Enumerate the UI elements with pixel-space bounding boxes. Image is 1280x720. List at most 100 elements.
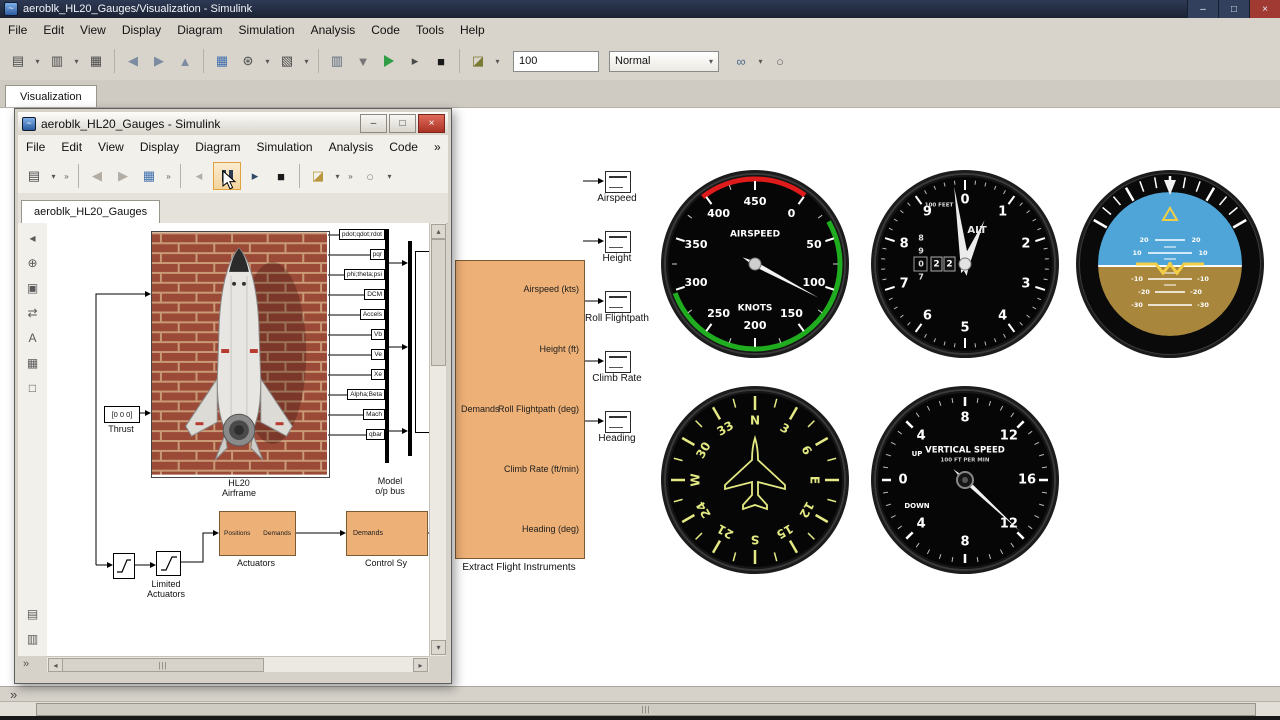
forward-button[interactable]: ▶ xyxy=(111,164,135,188)
inner-menu-item-diagram[interactable]: Diagram xyxy=(187,137,248,157)
sync-caret[interactable]: ▾ xyxy=(384,164,395,188)
annotation-icon[interactable]: A xyxy=(23,328,43,348)
toolbar-overflow-2[interactable]: » xyxy=(163,164,174,188)
screenshot-icon[interactable]: ▤ xyxy=(23,604,43,624)
sim-duration-caret[interactable]: ▾ xyxy=(332,164,343,188)
rate-limiter-block[interactable] xyxy=(113,553,135,579)
inner-menu-item-code[interactable]: Code xyxy=(381,137,426,157)
configuration-button[interactable]: ▧ xyxy=(275,49,299,73)
inner-menu-item-edit[interactable]: Edit xyxy=(53,137,90,157)
tab-visualization[interactable]: Visualization xyxy=(5,85,97,107)
status-overflow-chevron[interactable]: » xyxy=(10,687,17,702)
display-block-4[interactable] xyxy=(605,411,631,433)
signal-label-3[interactable]: DCM xyxy=(364,289,385,300)
menu-item-view[interactable]: View xyxy=(72,20,114,40)
toolbar-overflow-3[interactable]: » xyxy=(345,164,356,188)
inner-minimize-button[interactable]: – xyxy=(360,114,387,133)
step-forward-button[interactable]: ▸ xyxy=(243,164,267,188)
output-bus-block[interactable] xyxy=(415,251,429,433)
menu-item-display[interactable]: Display xyxy=(114,20,169,40)
model-editor-window[interactable]: ~ aeroblk_HL20_Gauges - Simulink – □ × F… xyxy=(14,108,452,684)
image-icon[interactable]: ▦ xyxy=(23,353,43,373)
signal-label-0[interactable]: pdot;qdot;rdot xyxy=(338,229,385,240)
horizontal-scroll-thumb[interactable]: ||| xyxy=(62,658,264,672)
menu-item-edit[interactable]: Edit xyxy=(35,20,72,40)
menu-item-help[interactable]: Help xyxy=(452,20,493,40)
scope-button[interactable]: ◪ xyxy=(466,49,490,73)
thrust-constant-block[interactable]: [0 0 0] xyxy=(104,406,140,423)
pause-button[interactable] xyxy=(213,162,241,190)
minimize-button[interactable]: – xyxy=(1187,0,1218,18)
model-settings-button[interactable]: ⊛ xyxy=(236,49,260,73)
inner-menu-item-analysis[interactable]: Analysis xyxy=(321,137,382,157)
limited-actuators-block[interactable] xyxy=(156,551,181,576)
inner-menu-item-display[interactable]: Display xyxy=(132,137,187,157)
display-block-2[interactable] xyxy=(605,291,631,313)
link-caret[interactable]: ▾ xyxy=(755,49,766,73)
new-model-caret[interactable]: ▾ xyxy=(32,49,43,73)
scroll-up-arrow[interactable]: ▴ xyxy=(431,224,446,239)
palette-overflow-chevron[interactable]: » xyxy=(23,658,29,670)
signal-label-9[interactable]: Mach xyxy=(363,409,385,420)
data-inspector-button[interactable]: ▥ xyxy=(325,49,349,73)
menu-item-analysis[interactable]: Analysis xyxy=(303,20,364,40)
stop-button[interactable]: ■ xyxy=(269,164,293,188)
update-diagram-button[interactable]: ▼ xyxy=(351,49,375,73)
inner-close-button[interactable]: × xyxy=(418,114,445,133)
display-block-0[interactable] xyxy=(605,171,631,193)
open-model-caret[interactable]: ▾ xyxy=(71,49,82,73)
new-model-button[interactable]: ▤ xyxy=(22,164,46,188)
new-model-caret[interactable]: ▾ xyxy=(48,164,59,188)
tab-aeroblk-hl20-gauges[interactable]: aeroblk_HL20_Gauges xyxy=(21,200,161,223)
vertical-speed-gauge[interactable]: 0 4 8 12 16 12 8 4 VERTICAL SPEED 100 FT PER MIN U… xyxy=(865,380,1065,580)
up-to-parent-button[interactable]: ▲ xyxy=(173,49,197,73)
link-button[interactable]: ∞ xyxy=(729,49,753,73)
vertical-scroll-thumb[interactable] xyxy=(431,239,446,366)
inner-titlebar[interactable]: ~ aeroblk_HL20_Gauges - Simulink – □ × xyxy=(18,112,448,136)
signal-label-7[interactable]: Xe xyxy=(371,369,385,380)
menu-item-simulation[interactable]: Simulation xyxy=(231,20,303,40)
zoom-level-input[interactable]: 100 xyxy=(513,50,599,72)
signal-label-6[interactable]: Ve xyxy=(371,349,385,360)
step-forward-button[interactable]: ▸ xyxy=(403,49,427,73)
actuators-block[interactable]: Positions Demands xyxy=(219,511,296,556)
scroll-right-arrow[interactable]: ▸ xyxy=(413,658,428,672)
save-model-button[interactable]: ▦ xyxy=(84,49,108,73)
scroll-left-arrow[interactable]: ◂ xyxy=(48,658,63,672)
zoom-icon[interactable]: ⊕ xyxy=(23,253,43,273)
display-block-1[interactable] xyxy=(605,231,631,253)
toolbar-overflow-1[interactable]: » xyxy=(61,164,72,188)
signal-label-5[interactable]: Vb xyxy=(371,329,385,340)
signal-label-4[interactable]: Accels xyxy=(359,309,385,320)
viewmarks-icon[interactable]: ▥ xyxy=(23,629,43,649)
signal-routing-icon[interactable]: ⇄ xyxy=(23,303,43,323)
inner-menu-item-simulation[interactable]: Simulation xyxy=(249,137,321,157)
area-icon[interactable]: □ xyxy=(23,378,43,398)
hide-palette-icon[interactable]: ◂ xyxy=(23,228,43,248)
step-back-button[interactable]: ◂ xyxy=(187,164,211,188)
altimeter-gauge[interactable]: 0 1 2 3 4 5 6 7 8 9 ALT 100 FEET 8 9 0 7 2 2 xyxy=(865,164,1065,364)
new-model-button[interactable]: ▤ xyxy=(6,49,30,73)
maximize-button[interactable]: □ xyxy=(1218,0,1249,18)
library-browser-button[interactable]: ▦ xyxy=(137,164,161,188)
attitude-indicator-gauge[interactable]: 20 20 10 10 -10 -10 -20 -20 -30 -30 xyxy=(1070,164,1270,364)
back-button[interactable]: ◀ xyxy=(121,49,145,73)
display-block-3[interactable] xyxy=(605,351,631,373)
configuration-caret[interactable]: ▾ xyxy=(301,49,312,73)
fit-view-icon[interactable]: ▣ xyxy=(23,278,43,298)
stop-button[interactable]: ■ xyxy=(429,49,453,73)
open-model-button[interactable]: ▥ xyxy=(45,49,69,73)
inner-menu-item-view[interactable]: View xyxy=(90,137,132,157)
signal-label-2[interactable]: phi;theta;psi xyxy=(343,269,385,280)
forward-button[interactable]: ▶ xyxy=(147,49,171,73)
hl20-image-block[interactable] xyxy=(151,231,330,478)
inner-menu-overflow[interactable]: » xyxy=(426,137,449,157)
scroll-down-arrow[interactable]: ▾ xyxy=(431,640,446,655)
heading-compass-gauge[interactable]: N 3 6 E 12 15 S 21 24 W 30 33 xyxy=(655,380,855,580)
signal-label-10[interactable]: qbar xyxy=(365,429,385,440)
close-button[interactable]: × xyxy=(1249,0,1280,18)
refresh-button[interactable]: ○ xyxy=(768,49,792,73)
menu-item-tools[interactable]: Tools xyxy=(408,20,452,40)
outer-scroll-thumb[interactable]: ||| xyxy=(36,703,1256,716)
sim-duration-button[interactable]: ◪ xyxy=(306,164,330,188)
